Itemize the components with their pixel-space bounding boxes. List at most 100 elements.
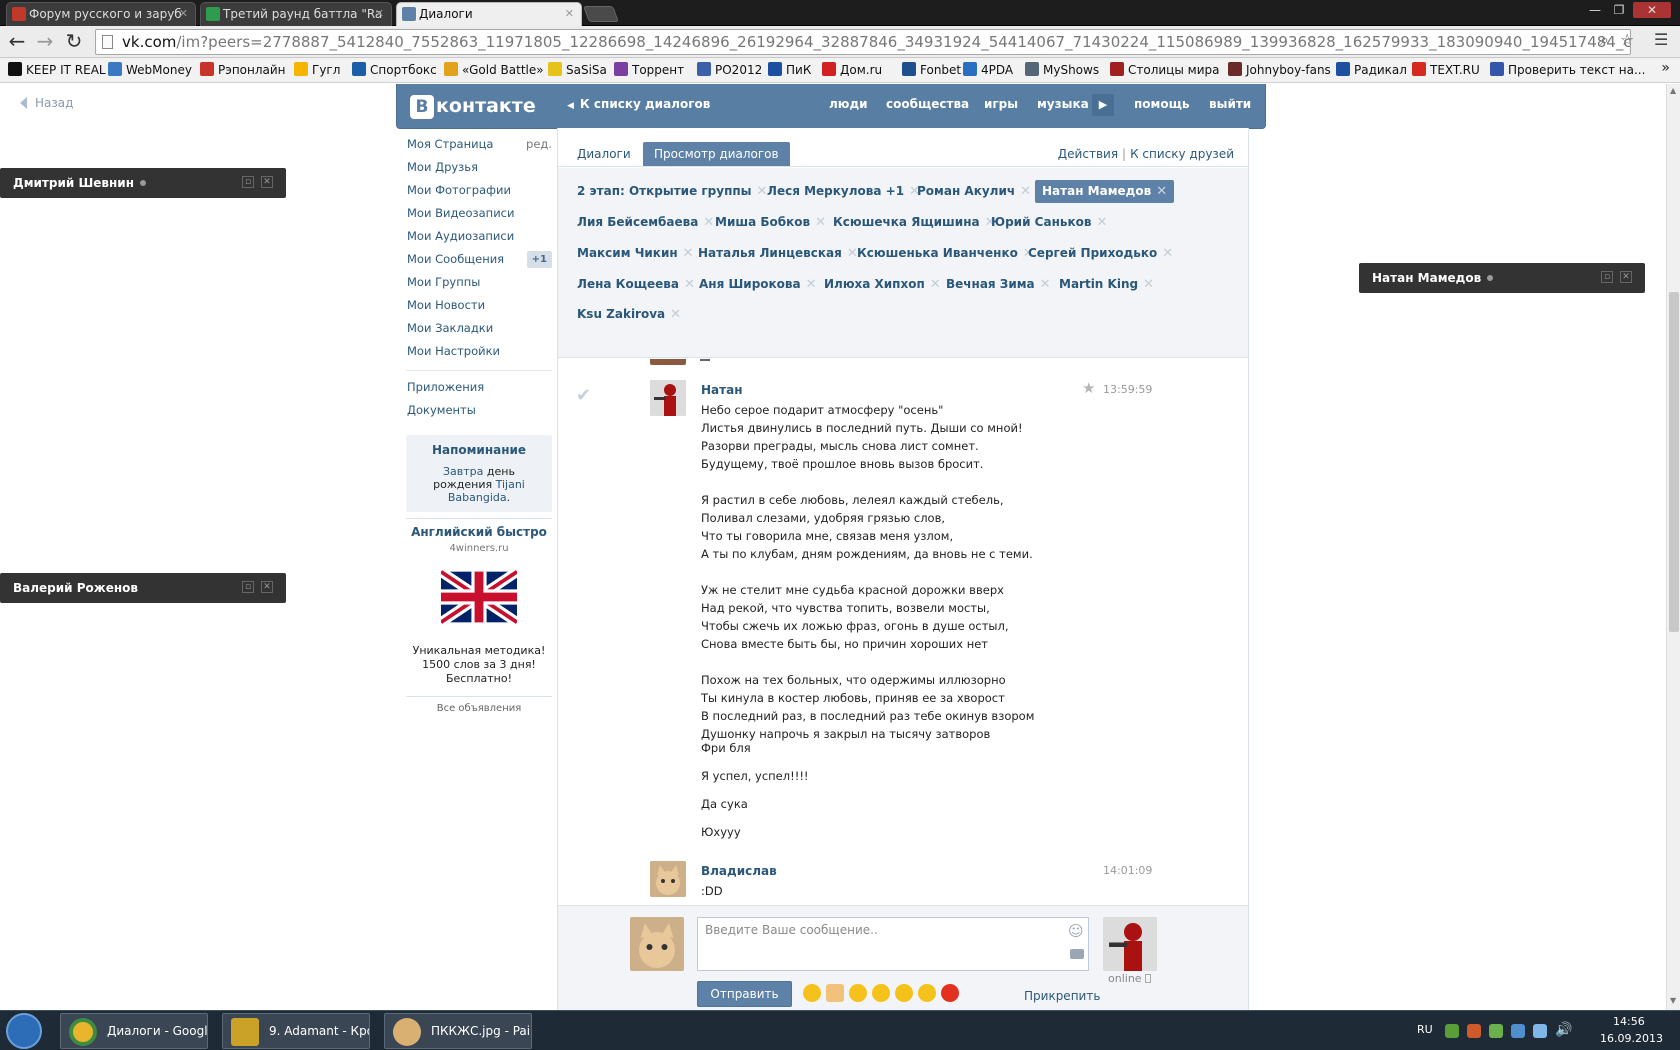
peer-chip[interactable]: Наталья Линцевская ✕ (691, 242, 865, 265)
language-indicator[interactable]: RU (1417, 1023, 1433, 1036)
all-ads-link[interactable]: Все объявления (406, 696, 552, 714)
peer-chip[interactable]: Миша Бобков ✕ (708, 211, 833, 234)
close-chat-icon[interactable]: ✕ (261, 176, 273, 188)
browser-tab-forum[interactable]: Форум русского и заруб ✕ (6, 2, 196, 26)
bookmark-item[interactable]: Проверить текст на... (1490, 62, 1645, 78)
address-bar[interactable]: vk.com/im?peers=2778887_5412840_7552863_… (95, 29, 1631, 55)
message-author[interactable]: Владислав (701, 864, 777, 878)
bookmark-item[interactable]: Радикал (1336, 62, 1407, 78)
bookmark-item[interactable]: Торрент (614, 62, 684, 78)
peer-chip[interactable]: Роман Акулич ✕ (910, 180, 1038, 203)
peer-chip[interactable]: Аня Широкова ✕ (692, 273, 824, 296)
close-tab-icon[interactable]: ✕ (375, 3, 384, 25)
menu-item[interactable]: Мои Группы (406, 272, 552, 295)
peer-chip[interactable]: Максим Чикин ✕ (570, 242, 701, 265)
nav-people[interactable]: люди (829, 97, 868, 111)
remove-peer-icon[interactable]: ✕ (815, 215, 826, 230)
bookmark-item[interactable]: 4PDA (963, 62, 1013, 78)
peer-chip[interactable]: Илюха Хипхоп ✕ (817, 273, 948, 296)
start-button[interactable] (6, 1013, 42, 1049)
peer-chip[interactable]: Лена Кощеева ✕ (570, 273, 702, 296)
unread-badge[interactable]: +1 (526, 251, 552, 268)
menu-item[interactable]: Мои Сообщения +1 (406, 249, 552, 272)
bookmark-item[interactable]: Рэпонлайн (200, 62, 286, 78)
avatar-natan[interactable] (650, 380, 686, 416)
remove-peer-icon[interactable]: ✕ (670, 307, 681, 322)
reload-icon[interactable]: ↻ (63, 31, 85, 53)
back-link[interactable]: Назад (20, 96, 73, 110)
new-tab-button[interactable] (583, 6, 619, 22)
remove-peer-icon[interactable]: ✕ (1096, 215, 1107, 230)
more-bookmarks-icon[interactable]: » (1661, 60, 1670, 76)
play-more-icon[interactable]: ▶ (1092, 94, 1114, 116)
tab-view-dialogs[interactable]: Просмотр диалогов (643, 142, 790, 166)
forward-arrow-icon[interactable]: → (34, 31, 56, 53)
emoji-sunglasses-icon[interactable] (918, 984, 936, 1002)
back-to-dialogs-link[interactable]: ◀ К списку диалогов (567, 97, 710, 111)
scroll-up-icon[interactable]: ▲ (1670, 86, 1676, 95)
bookmark-item[interactable]: Гугл (294, 62, 340, 78)
message-input[interactable]: Введите Ваше сообщение.. (697, 917, 1089, 971)
uk-flag-image[interactable] (441, 566, 517, 628)
bookmark-item[interactable]: Столицы мира (1110, 62, 1219, 78)
bookmark-item[interactable]: MyShows (1025, 62, 1099, 78)
network-icon[interactable] (1533, 1024, 1547, 1038)
bookmark-item[interactable]: Johnyboy-fans (1228, 62, 1331, 78)
ad-title[interactable]: Английский быстро (406, 525, 552, 539)
menu-item[interactable]: Мои Новости (406, 295, 552, 318)
peer-chip[interactable]: Юрий Саньков ✕ (984, 211, 1114, 234)
bookmark-item[interactable]: WebMoney (108, 62, 192, 78)
menu-item[interactable]: Мои Видеозаписи (406, 203, 552, 226)
remove-peer-icon[interactable]: ✕ (1156, 184, 1167, 199)
send-button[interactable]: Отправить (697, 981, 792, 1007)
bookmark-item[interactable]: TEXT.RU (1412, 62, 1480, 78)
menu-item[interactable]: Приложения (406, 377, 552, 400)
remove-peer-icon[interactable]: ✕ (1162, 246, 1173, 261)
friends-list-link[interactable]: К списку друзей (1130, 147, 1234, 161)
vk-logo[interactable]: Вконтакте (410, 91, 536, 121)
peer-chip[interactable]: Ксюшенька Иванченко ✕ (850, 242, 1041, 265)
remove-peer-icon[interactable]: ✕ (1020, 184, 1031, 199)
bookmark-item[interactable]: ПиК (768, 62, 811, 78)
bookmark-item[interactable]: KEEP IT REAL (8, 62, 106, 78)
minimize-icon[interactable]: — (1585, 2, 1605, 18)
emoji-unamused-icon[interactable] (895, 984, 913, 1002)
bookmark-item[interactable]: PO2012 (697, 62, 762, 78)
nav-logout[interactable]: выйти (1209, 97, 1251, 111)
close-chat-icon[interactable]: ✕ (261, 581, 273, 593)
message-time[interactable]: 13:59:59 (1103, 383, 1152, 396)
scroll-down-icon[interactable]: ▼ (1670, 996, 1676, 1005)
peer-chip[interactable]: Леся Меркулова +1 ✕ (760, 180, 927, 203)
peer-chip[interactable]: Вечная Зима ✕ (939, 273, 1058, 296)
chat-popup-mamedov[interactable]: Натан Мамедов ▫ ✕ (1359, 263, 1645, 293)
edit-link[interactable]: ред. (526, 134, 552, 154)
attach-link[interactable]: Прикрепить (1024, 989, 1100, 1003)
browser-tab-battle[interactable]: Третий раунд баттла "Ra ✕ (200, 2, 392, 26)
window-close-icon[interactable]: ✕ (1633, 2, 1671, 18)
emoji-apple-icon[interactable] (941, 984, 959, 1002)
nav-help[interactable]: помощь (1134, 97, 1189, 111)
restore-icon[interactable]: ❐ (1609, 2, 1629, 18)
emoji-laugh-icon[interactable] (803, 984, 821, 1002)
tray-alert-icon[interactable] (1467, 1024, 1481, 1038)
menu-item[interactable]: Мои Закладки (406, 318, 552, 341)
minimize-chat-icon[interactable]: ▫ (242, 176, 254, 188)
chat-popup-rozhenov[interactable]: Валерий Роженов ▫ ✕ (0, 573, 286, 603)
menu-icon[interactable]: ☰ (1654, 30, 1668, 49)
star-icon[interactable]: ★ (1082, 379, 1095, 397)
menu-item[interactable]: Мои Настройки (406, 341, 552, 364)
close-tab-icon[interactable]: ✕ (179, 3, 188, 25)
clock-time[interactable]: 14:56 (1613, 1015, 1645, 1028)
back-arrow-icon[interactable]: ← (6, 31, 28, 53)
camera-icon[interactable] (1070, 949, 1084, 959)
nav-music[interactable]: музыка (1037, 97, 1089, 111)
avatar[interactable] (650, 359, 686, 365)
peer-chip[interactable]: Martin King ✕ (1052, 273, 1161, 296)
peer-chip[interactable]: Ксюшечка Ящишина ✕ (826, 211, 1003, 234)
bookmark-item[interactable]: Дом.ru (822, 62, 882, 78)
emoji-grin-icon[interactable] (872, 984, 890, 1002)
volume-icon[interactable]: 🔊 (1555, 1022, 1572, 1038)
menu-item[interactable]: Документы (406, 400, 552, 423)
menu-item[interactable]: Мои Друзья (406, 157, 552, 180)
nav-games[interactable]: игры (984, 97, 1018, 111)
